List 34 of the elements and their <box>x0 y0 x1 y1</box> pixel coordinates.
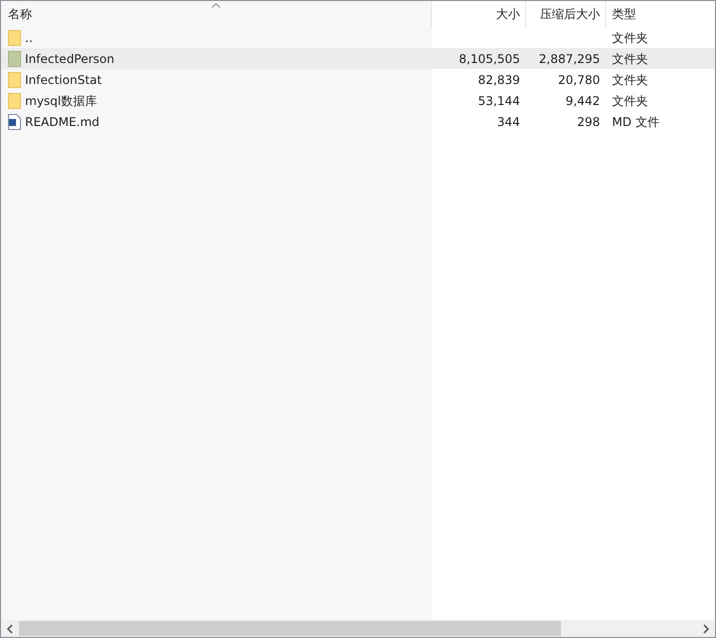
file-type: 文件夹 <box>612 72 648 88</box>
file-type: 文件夹 <box>612 50 648 68</box>
scrollbar-thumb[interactable] <box>19 621 561 636</box>
file-size: 8,105,505 <box>458 50 520 68</box>
file-size: 20,780 <box>558 72 600 88</box>
file-size: 298 <box>577 114 600 130</box>
document-icon <box>8 114 21 130</box>
folder-icon <box>8 50 21 66</box>
file-size: 344 <box>497 114 520 130</box>
file-row[interactable]: README.md 344 298 MD 文件 <box>1 111 715 132</box>
column-header[interactable]: 名称 <box>1 1 432 27</box>
file-type: 文件夹 <box>612 92 648 110</box>
file-size: 53,144 <box>478 92 520 110</box>
file-name: .. <box>25 30 33 46</box>
file-size: 82,839 <box>478 72 520 88</box>
file-name: mysql数据库 <box>25 92 97 110</box>
file-row[interactable]: InfectedPerson 8,105,505 2,887,295 文件夹 <box>1 48 715 69</box>
folder-icon <box>8 92 21 108</box>
folder-icon <box>8 30 21 46</box>
file-name: InfectedPerson <box>25 50 114 68</box>
folder-icon <box>8 72 21 88</box>
column-header[interactable]: 类型 <box>606 1 715 27</box>
column-header[interactable]: 大小 <box>432 1 526 27</box>
horizontal-scrollbar[interactable] <box>1 620 715 637</box>
file-type: 文件夹 <box>612 30 648 46</box>
file-name: README.md <box>25 114 100 130</box>
file-row[interactable]: mysql数据库 53,144 9,442 文件夹 <box>1 90 715 111</box>
file-row[interactable]: InfectionStat 82,839 20,780 文件夹 <box>1 69 715 90</box>
file-size: 9,442 <box>566 92 600 110</box>
file-row[interactable]: .. 文件夹 <box>1 27 715 48</box>
column-header[interactable]: 压缩后大小 <box>526 1 606 27</box>
file-type: MD 文件 <box>612 114 660 130</box>
file-name: InfectionStat <box>25 72 102 88</box>
file-size: 2,887,295 <box>538 50 600 68</box>
